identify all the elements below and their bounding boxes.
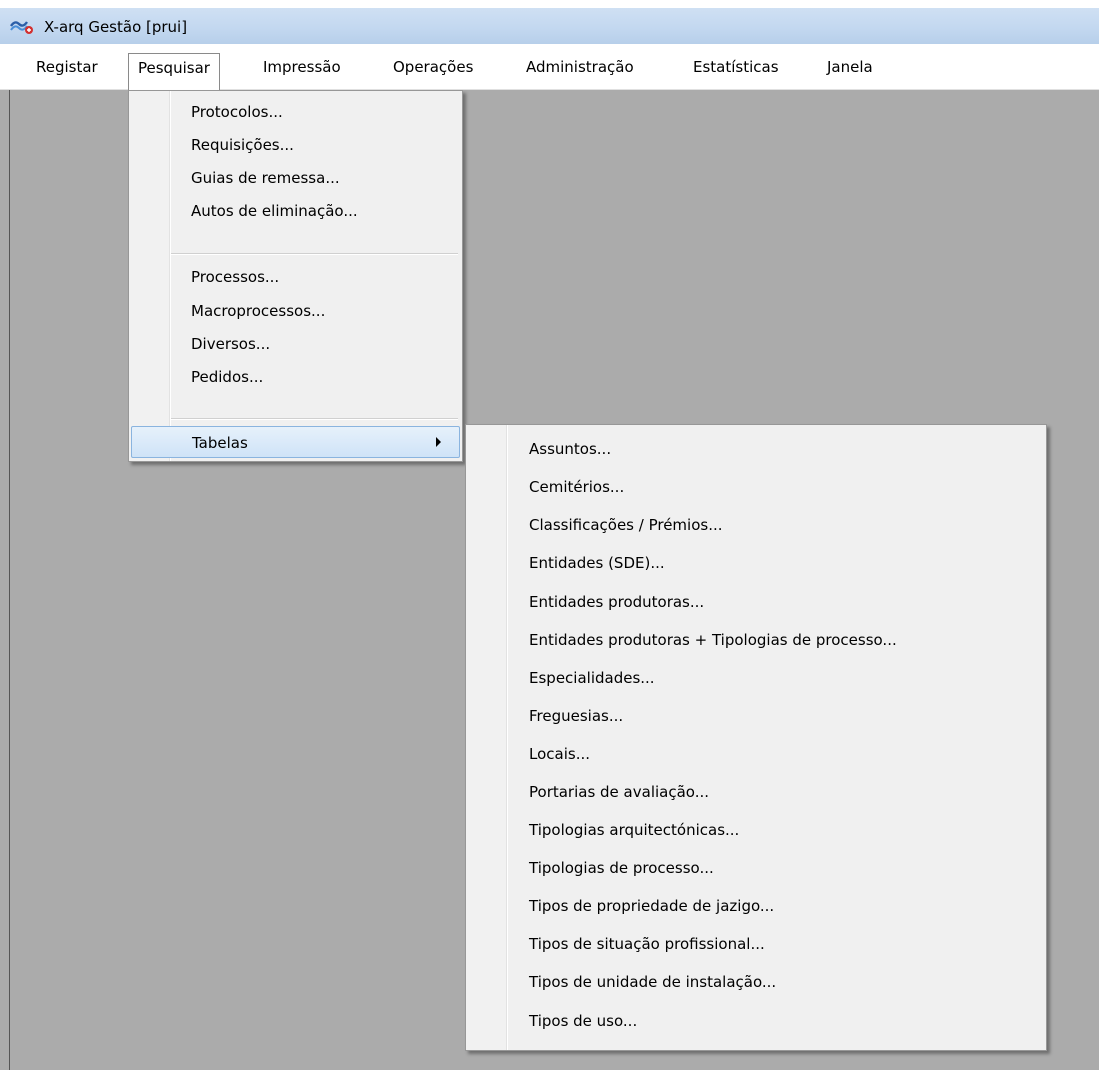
submenu-item-cemiterios[interactable]: Cemitérios... bbox=[468, 471, 1044, 503]
menu-pesquisar[interactable]: Pesquisar bbox=[128, 53, 220, 90]
submenu-item-tipos-de-propriedade-de-jazigo[interactable]: Tipos de propriedade de jazigo... bbox=[468, 890, 1044, 922]
submenu-item-tipos-de-situacao-profissional[interactable]: Tipos de situação profissional... bbox=[468, 928, 1044, 960]
menu-separator bbox=[171, 418, 458, 420]
menu-administracao[interactable]: Administração bbox=[517, 52, 643, 82]
submenu-item-locais[interactable]: Locais... bbox=[468, 738, 1044, 770]
submenu-item-entidades-produtoras[interactable]: Entidades produtoras... bbox=[468, 586, 1044, 618]
menu-item-macroprocessos[interactable]: Macroprocessos... bbox=[131, 295, 460, 327]
menu-bar: Registar Pesquisar Impressão Operações A… bbox=[0, 44, 1099, 90]
menu-registar[interactable]: Registar bbox=[27, 52, 107, 82]
menu-item-pedidos[interactable]: Pedidos... bbox=[131, 361, 460, 393]
submenu-item-tipos-de-unidade-de-instalacao[interactable]: Tipos de unidade de instalação... bbox=[468, 966, 1044, 998]
submenu-item-tipos-de-uso[interactable]: Tipos de uso... bbox=[468, 1005, 1044, 1037]
menu-item-diversos[interactable]: Diversos... bbox=[131, 328, 460, 360]
submenu-item-portarias-de-avaliacao[interactable]: Portarias de avaliação... bbox=[468, 776, 1044, 808]
menu-operacoes[interactable]: Operações bbox=[384, 52, 482, 82]
submenu-item-freguesias[interactable]: Freguesias... bbox=[468, 700, 1044, 732]
menu-impressao[interactable]: Impressão bbox=[254, 52, 350, 82]
submenu-item-entidades-sde[interactable]: Entidades (SDE)... bbox=[468, 547, 1044, 579]
menu-item-requisicoes[interactable]: Requisições... bbox=[131, 129, 460, 161]
submenu-item-classificacoes-premios[interactable]: Classificações / Prémios... bbox=[468, 509, 1044, 541]
submenu-item-entidades-produtoras-tipologias[interactable]: Entidades produtoras + Tipologias de pro… bbox=[468, 624, 1044, 656]
menu-separator bbox=[171, 253, 458, 255]
submenu-item-assuntos[interactable]: Assuntos... bbox=[468, 433, 1044, 465]
window-title: X-arq Gestão [prui] bbox=[44, 18, 188, 36]
submenu-item-especialidades[interactable]: Especialidades... bbox=[468, 662, 1044, 694]
menu-estatisticas[interactable]: Estatísticas bbox=[684, 52, 788, 82]
menu-item-autos-de-eliminacao[interactable]: Autos de eliminação... bbox=[131, 195, 460, 227]
menu-item-protocolos[interactable]: Protocolos... bbox=[131, 96, 460, 128]
title-bar: X-arq Gestão [prui] bbox=[0, 0, 1099, 44]
menu-janela[interactable]: Janela bbox=[818, 52, 882, 82]
menu-item-tabelas[interactable]: Tabelas bbox=[131, 426, 460, 458]
menu-item-processos[interactable]: Processos... bbox=[131, 261, 460, 293]
menu-item-tabelas-label: Tabelas bbox=[192, 434, 248, 452]
app-logo-icon[interactable] bbox=[10, 17, 34, 35]
submenu-arrow-icon bbox=[436, 437, 441, 447]
pesquisar-dropdown: Protocolos... Requisições... Guias de re… bbox=[128, 90, 463, 462]
submenu-item-tipologias-arquitectonicas[interactable]: Tipologias arquitectónicas... bbox=[468, 814, 1044, 846]
tabelas-submenu: Assuntos... Cemitérios... Classificações… bbox=[465, 424, 1047, 1051]
submenu-item-tipologias-de-processo[interactable]: Tipologias de processo... bbox=[468, 852, 1044, 884]
menu-item-guias-de-remessa[interactable]: Guias de remessa... bbox=[131, 162, 460, 194]
